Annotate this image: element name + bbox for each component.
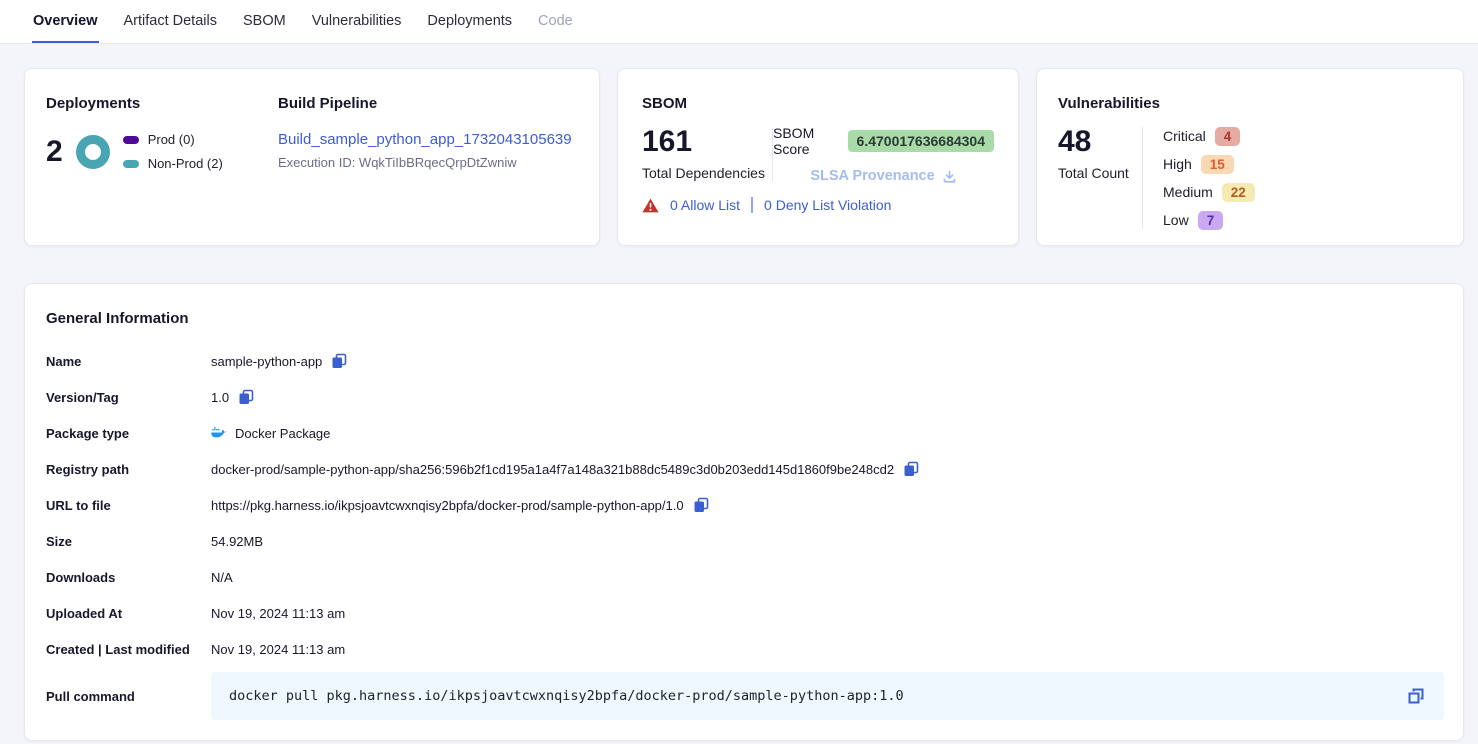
- size-value: 54.92MB: [211, 534, 263, 549]
- general-information-title: General Information: [46, 310, 1444, 327]
- tab-vulnerabilities[interactable]: Vulnerabilities: [311, 0, 403, 43]
- size-label: Size: [46, 534, 211, 549]
- tab-overview[interactable]: Overview: [32, 0, 99, 43]
- copy-registry-path-button[interactable]: [902, 460, 920, 478]
- tab-code[interactable]: Code: [537, 0, 574, 43]
- sbom-links-divider: [751, 197, 753, 213]
- sbom-total-dependencies: 161: [642, 125, 772, 159]
- deny-list-violation-link[interactable]: 0 Deny List Violation: [764, 197, 891, 213]
- created-modified-value: Nov 19, 2024 11:13 am: [211, 642, 345, 657]
- vulnerabilities-total-count: 48: [1058, 125, 1142, 159]
- severity-row-low: Low 7: [1163, 209, 1255, 231]
- vulnerabilities-total-label: Total Count: [1058, 165, 1142, 181]
- severity-list: Critical 4 High 15 Medium 22 Low 7: [1143, 125, 1255, 231]
- package-type-value: Docker Package: [235, 426, 330, 441]
- slsa-provenance-link[interactable]: SLSA Provenance: [810, 168, 956, 184]
- general-information-card: General Information Name sample-python-a…: [24, 283, 1464, 741]
- package-type-label: Package type: [46, 426, 211, 441]
- deployments-legend: Prod (0) Non-Prod (2): [123, 132, 223, 171]
- registry-path-value: docker-prod/sample-python-app/sha256:596…: [211, 462, 894, 477]
- severity-row-medium: Medium 22: [1163, 181, 1255, 203]
- low-label: Low: [1163, 212, 1189, 228]
- deployments-card: Deployments 2 Prod (0) Non-Prod (2): [24, 68, 600, 246]
- version-value: 1.0: [211, 390, 229, 405]
- copy-url-button[interactable]: [692, 496, 710, 514]
- uploaded-at-label: Uploaded At: [46, 606, 211, 621]
- severity-row-critical: Critical 4: [1163, 125, 1255, 147]
- sbom-score-label: SBOM Score: [773, 125, 838, 157]
- critical-count-badge: 4: [1215, 127, 1241, 146]
- overview-page: Deployments 2 Prod (0) Non-Prod (2): [0, 44, 1478, 741]
- downloads-label: Downloads: [46, 570, 211, 585]
- allow-list-link[interactable]: 0 Allow List: [670, 197, 740, 213]
- pull-command-label: Pull command: [46, 689, 211, 704]
- severity-row-high: High 15: [1163, 153, 1255, 175]
- info-row-registry-path: Registry path docker-prod/sample-python-…: [46, 451, 1444, 487]
- nonprod-label: Non-Prod (2): [148, 156, 223, 171]
- copy-version-button[interactable]: [237, 388, 255, 406]
- info-row-package-type: Package type Docker Package: [46, 415, 1444, 451]
- info-row-created-modified: Created | Last modified Nov 19, 2024 11:…: [46, 631, 1444, 667]
- info-row-version: Version/Tag 1.0: [46, 379, 1444, 415]
- build-pipeline-link[interactable]: Build_sample_python_app_1732043105639: [278, 131, 572, 148]
- copy-pull-command-button[interactable]: [1406, 686, 1426, 706]
- version-label: Version/Tag: [46, 390, 211, 405]
- sbom-card: SBOM 161 Total Dependencies SBOM Score 6…: [617, 68, 1019, 246]
- deployments-title: Deployments: [46, 95, 278, 112]
- created-modified-label: Created | Last modified: [46, 642, 211, 657]
- info-row-pull-command: Pull command docker pull pkg.harness.io/…: [46, 672, 1444, 720]
- name-value: sample-python-app: [211, 354, 322, 369]
- tab-sbom[interactable]: SBOM: [242, 0, 287, 43]
- deployments-donut-chart: [76, 135, 110, 169]
- tab-deployments[interactable]: Deployments: [426, 0, 513, 43]
- prod-swatch: [123, 136, 139, 144]
- tab-bar: Overview Artifact Details SBOM Vulnerabi…: [0, 0, 1478, 44]
- execution-id: Execution ID: WqkTiIbBRqecQrpDtZwniw: [278, 155, 579, 170]
- medium-label: Medium: [1163, 184, 1213, 200]
- copy-name-button[interactable]: [330, 352, 348, 370]
- docker-icon: [211, 425, 227, 441]
- uploaded-at-value: Nov 19, 2024 11:13 am: [211, 606, 345, 621]
- downloads-value: N/A: [211, 570, 233, 585]
- registry-path-label: Registry path: [46, 462, 211, 477]
- pull-command-box: docker pull pkg.harness.io/ikpsjoavtcwxn…: [211, 672, 1444, 720]
- nonprod-swatch: [123, 160, 139, 168]
- build-pipeline-title: Build Pipeline: [278, 95, 579, 112]
- info-row-uploaded-at: Uploaded At Nov 19, 2024 11:13 am: [46, 595, 1444, 631]
- critical-label: Critical: [1163, 128, 1206, 144]
- sbom-score-badge: 6.470017636684304: [848, 130, 994, 152]
- tab-artifact-details[interactable]: Artifact Details: [123, 0, 218, 43]
- warning-triangle-icon: [642, 198, 659, 213]
- slsa-provenance-label: SLSA Provenance: [810, 168, 934, 184]
- url-to-file-value: https://pkg.harness.io/ikpsjoavtcwxnqisy…: [211, 498, 684, 513]
- info-row-downloads: Downloads N/A: [46, 559, 1444, 595]
- info-row-size: Size 54.92MB: [46, 523, 1444, 559]
- sbom-title: SBOM: [642, 95, 994, 112]
- low-count-badge: 7: [1198, 211, 1224, 230]
- high-count-badge: 15: [1201, 155, 1234, 174]
- info-row-url-to-file: URL to file https://pkg.harness.io/ikpsj…: [46, 487, 1444, 523]
- sbom-total-label: Total Dependencies: [642, 165, 772, 181]
- summary-cards-row: Deployments 2 Prod (0) Non-Prod (2): [24, 68, 1464, 246]
- legend-item-prod: Prod (0): [123, 132, 223, 147]
- pull-command-value: docker pull pkg.harness.io/ikpsjoavtcwxn…: [229, 688, 904, 704]
- info-row-name: Name sample-python-app: [46, 343, 1444, 379]
- prod-label: Prod (0): [148, 132, 195, 147]
- download-icon: [942, 169, 957, 184]
- deployments-total-count: 2: [46, 135, 63, 169]
- vulnerabilities-title: Vulnerabilities: [1058, 95, 1443, 112]
- url-to-file-label: URL to file: [46, 498, 211, 513]
- name-label: Name: [46, 354, 211, 369]
- high-label: High: [1163, 156, 1192, 172]
- legend-item-nonprod: Non-Prod (2): [123, 156, 223, 171]
- vulnerabilities-card: Vulnerabilities 48 Total Count Critical …: [1036, 68, 1464, 246]
- medium-count-badge: 22: [1222, 183, 1255, 202]
